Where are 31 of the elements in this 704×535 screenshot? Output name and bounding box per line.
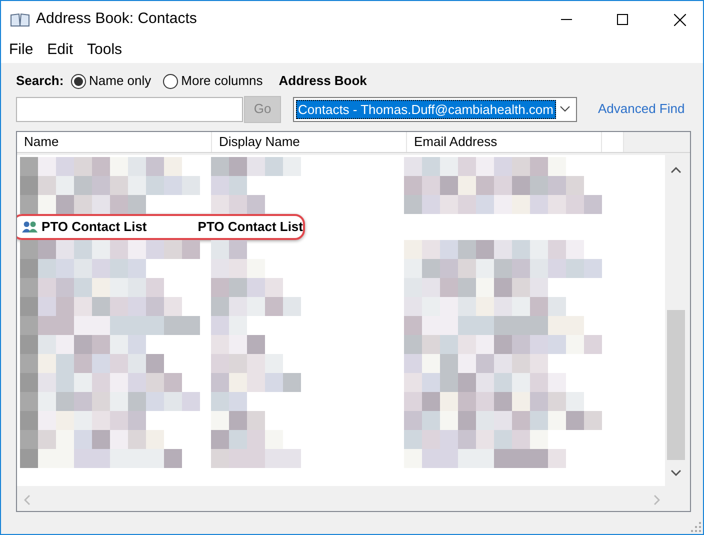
book-icon — [10, 12, 30, 28]
address-book-label: Address Book — [278, 72, 367, 90]
dropdown-value: Contacts - Thomas.Duff@cambiahealth.com — [296, 100, 556, 118]
search-label: Search: — [16, 72, 65, 90]
table-cell-text: PTO Contact List — [42, 218, 148, 236]
chevron-down-icon — [671, 470, 681, 476]
radio-button[interactable] — [71, 74, 86, 88]
column-header[interactable]: Email Address — [407, 132, 602, 152]
menu-item[interactable]: Tools — [87, 39, 122, 62]
radio-option[interactable]: More columns — [163, 71, 263, 91]
menu-item[interactable]: File — [9, 39, 34, 62]
radio-button[interactable] — [163, 74, 178, 88]
chevron-right-icon — [654, 494, 660, 504]
resize-grip-icon — [691, 522, 701, 532]
chevron-left-icon — [24, 494, 30, 504]
maximize-icon — [616, 14, 628, 25]
chevron-down-icon — [560, 106, 570, 112]
close-icon — [674, 14, 686, 26]
group-icon — [22, 220, 39, 234]
radio-option[interactable]: Name only — [71, 71, 152, 91]
scrollbar-thumb[interactable] — [667, 310, 685, 460]
table-cell-text: PTO Contact List — [198, 218, 303, 236]
advanced-find-link[interactable]: Advanced Find — [598, 99, 685, 119]
minimize-icon — [560, 19, 572, 20]
menu-item[interactable]: Edit — [47, 39, 74, 62]
window-title: Address Book: Contacts — [36, 9, 197, 30]
address-book-dropdown[interactable]: Contacts - Thomas.Duff@cambiahealth.com — [293, 96, 577, 122]
column-header[interactable]: Name — [17, 132, 212, 152]
column-header[interactable]: Display Name — [212, 132, 407, 152]
chevron-up-icon — [671, 167, 681, 173]
search-field[interactable] — [16, 96, 243, 122]
